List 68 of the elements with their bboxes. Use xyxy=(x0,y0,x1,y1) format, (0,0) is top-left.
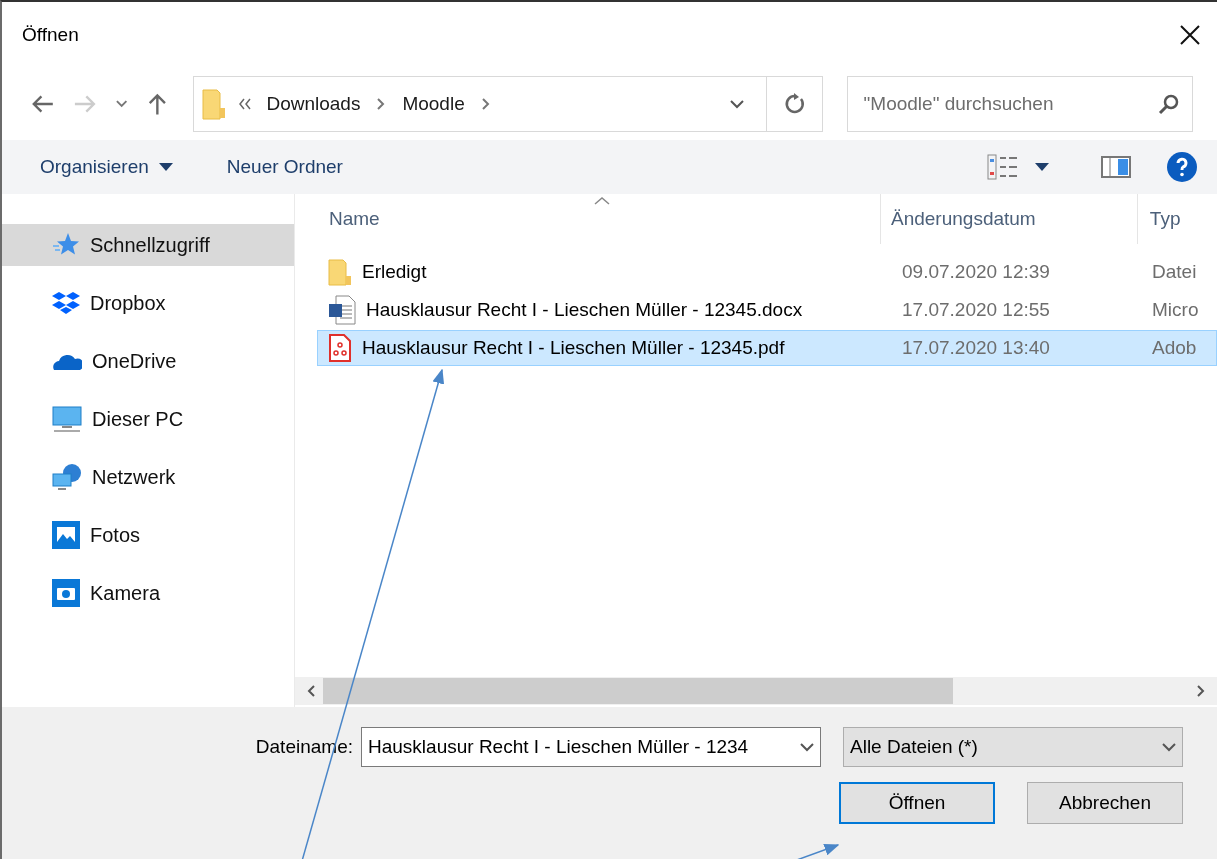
file-name: Hausklausur Recht I - Lieschen Müller - 12345.docx xyxy=(366,299,803,321)
scrollbar-thumb[interactable] xyxy=(323,678,953,704)
organize-menu-button[interactable]: Organisieren xyxy=(40,156,173,178)
sidebar-label: Dieser PC xyxy=(92,407,184,431)
double-chevron-icon[interactable] xyxy=(238,98,253,110)
file-name: Erledigt xyxy=(362,261,427,283)
sort-caret-icon xyxy=(594,196,610,205)
breadcrumb-item[interactable]: Moodle xyxy=(402,93,465,115)
sidebar-item[interactable]: OneDrive xyxy=(2,340,294,382)
file-row[interactable]: Erledigt 09.07.2020 12:39 Datei xyxy=(317,254,1217,290)
monitor-icon xyxy=(52,405,82,433)
help-icon[interactable] xyxy=(1167,152,1197,182)
photos-icon xyxy=(52,521,80,549)
sidebar-label: Netzwerk xyxy=(92,465,176,489)
sidebar-label: OneDrive xyxy=(92,349,177,373)
sidebar-item[interactable]: Dieser PC xyxy=(2,398,294,440)
scroll-right-icon[interactable] xyxy=(1195,684,1207,698)
date-cell-text: 17.07.2020 12:55 xyxy=(901,299,1051,321)
close-icon[interactable] xyxy=(1179,24,1201,46)
chevron-down-icon xyxy=(730,99,745,109)
dropbox-icon xyxy=(52,290,80,316)
date-cell-text: 17.07.2020 13:40 xyxy=(901,337,1051,359)
camera-icon xyxy=(52,579,80,607)
sidebar-label: Dropbox xyxy=(90,291,166,315)
chevron-down-icon[interactable] xyxy=(115,99,129,109)
pdf-document-icon xyxy=(328,334,352,362)
search-icon xyxy=(1158,93,1180,115)
sidebar-item[interactable]: Schnellzugriff xyxy=(2,224,294,266)
file-row[interactable]: Hausklausur Recht I - Lieschen Müller - 12345.pdf 17.07.2020 13:40 Adob xyxy=(317,330,1217,366)
sidebar-item[interactable]: Netzwerk xyxy=(2,456,294,498)
column-header[interactable]: Name xyxy=(295,194,881,244)
refresh-icon xyxy=(783,93,806,115)
caret-icon xyxy=(800,742,814,752)
cancel-button[interactable]: Abbrechen xyxy=(1027,782,1183,824)
caret-icon xyxy=(1162,742,1176,752)
type-cell: Datei xyxy=(1152,261,1197,283)
type-cell: Micro xyxy=(1152,299,1199,321)
column-header[interactable]: Typ xyxy=(1137,194,1217,244)
column-header[interactable]: Änderungsdatum xyxy=(881,194,1138,244)
open-button[interactable]: Öffnen xyxy=(839,782,995,824)
folder-icon xyxy=(202,88,227,120)
date-cell-text: 09.07.2020 12:39 xyxy=(901,261,1051,283)
filename-field[interactable]: Hausklausur Recht I - Lieschen Müller - 1234 xyxy=(361,727,821,767)
window-title: Öffnen xyxy=(22,24,79,46)
sidebar-label: Kamera xyxy=(90,581,161,605)
chevron-right-icon[interactable] xyxy=(376,97,387,111)
type-cell: Adob xyxy=(1152,337,1197,359)
dropdown-caret-icon xyxy=(158,163,173,171)
address-bar[interactable]: Downloads Moodle xyxy=(193,76,768,132)
sidebar-item[interactable]: Kamera xyxy=(2,572,294,614)
refresh-button[interactable] xyxy=(767,76,823,132)
horizontal-scrollbar[interactable] xyxy=(295,677,1217,705)
scroll-left-icon[interactable] xyxy=(305,684,317,698)
folder-icon xyxy=(328,258,352,286)
sidebar-label: Fotos xyxy=(90,523,141,547)
search-field[interactable]: "Moodle" durchsuchen xyxy=(846,76,1193,132)
breadcrumb-item[interactable]: Downloads xyxy=(266,93,361,115)
chevron-right-icon[interactable] xyxy=(480,97,491,111)
sidebar-label: Schnellzugriff xyxy=(90,233,210,257)
new-folder-button[interactable]: Neuer Ordner xyxy=(226,156,343,178)
network-icon xyxy=(52,463,82,491)
file-name: Hausklausur Recht I - Lieschen Müller - 12345.pdf xyxy=(362,337,785,359)
word-document-icon xyxy=(328,295,356,325)
sidebar-item[interactable]: Fotos xyxy=(2,514,294,556)
file-type-dropdown[interactable]: Alle Dateien (*) xyxy=(843,727,1183,767)
sidebar-item[interactable]: Dropbox xyxy=(2,282,294,324)
file-row[interactable]: Hausklausur Recht I - Lieschen Müller - 12345.docx 17.07.2020 12:55 Micro xyxy=(317,292,1217,328)
preview-pane-icon[interactable] xyxy=(1101,156,1131,178)
